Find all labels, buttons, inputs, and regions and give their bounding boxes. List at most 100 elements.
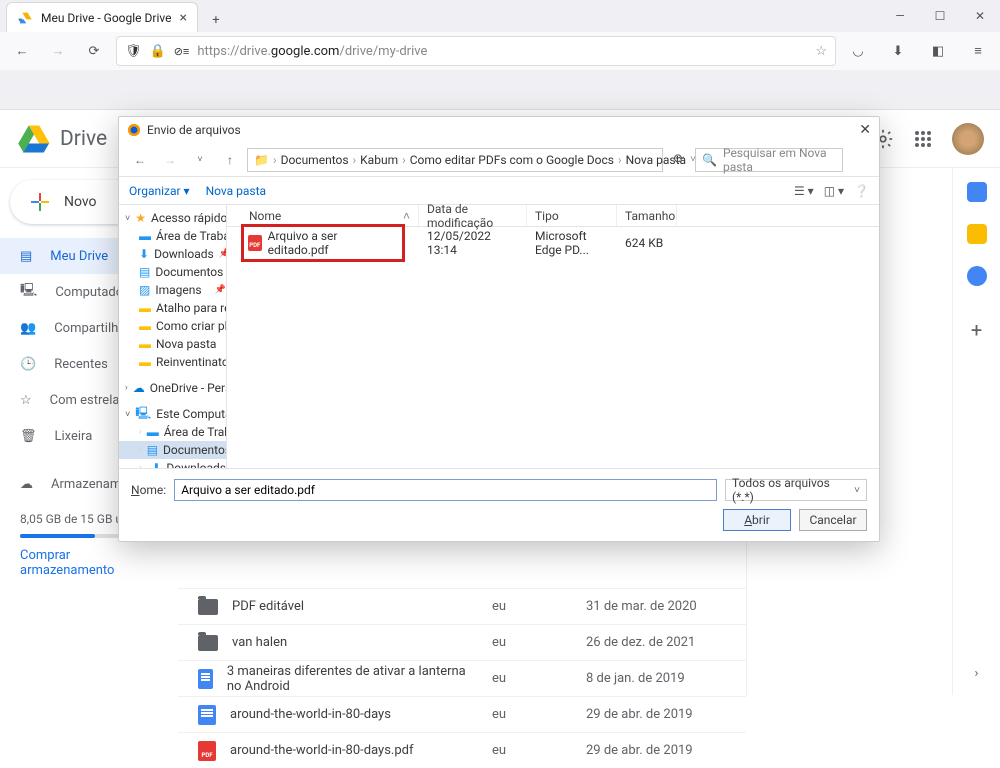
drive-logo[interactable]: Drive: [16, 121, 107, 157]
forward-button[interactable]: →: [44, 37, 72, 65]
file-name: Arquivo a ser editado.pdf: [268, 229, 398, 257]
pocket-icon[interactable]: ◡: [844, 37, 872, 65]
buy-storage-link[interactable]: Comprar armazenamento: [0, 542, 178, 584]
avatar[interactable]: [952, 123, 984, 155]
calendar-icon[interactable]: [967, 182, 987, 202]
new-label: Novo: [64, 194, 97, 210]
trash-icon: 🗑: [20, 429, 37, 444]
back-button[interactable]: ←: [8, 37, 36, 65]
collapse-rail-icon[interactable]: ›: [975, 666, 979, 681]
highlight-box: Arquivo a ser editado.pdf: [241, 224, 405, 262]
add-rail-icon[interactable]: +: [971, 318, 982, 342]
file-row[interactable]: van haleneu26 de dez. de 2021: [178, 624, 746, 660]
reload-button[interactable]: ⟳: [80, 37, 108, 65]
tree-reinvent[interactable]: ▬Reinventinator: [119, 353, 226, 371]
tree-playlist[interactable]: ▬Como criar playl: [119, 317, 226, 335]
browser-tab[interactable]: Meu Drive - Google Drive ×: [6, 2, 198, 32]
browser-toolbar: ← → ⟳ 🛡 🔒 ⊘≡ https://drive.google.com/dr…: [0, 32, 1000, 70]
lock-icon: 🔒: [150, 44, 166, 59]
dlg-forward-button[interactable]: →: [157, 147, 183, 173]
url-path: /drive/my-drive: [339, 44, 427, 59]
filetype-dropdown[interactable]: Todos os arquivos (*.*)˅: [725, 479, 867, 501]
plus-icon: [28, 190, 52, 214]
col-date[interactable]: Data de modificação: [419, 205, 527, 226]
tree-thispc[interactable]: ˅🖳Este Computador: [119, 405, 226, 423]
firefox-icon: [127, 123, 141, 137]
file-list-pane: Nome˄ Data de modificação Tipo Tamanho A…: [227, 205, 879, 468]
dlg-recent-dropdown[interactable]: ˅: [187, 147, 213, 173]
tree-downloads2[interactable]: ›⬇Downloads: [119, 459, 226, 468]
file-upload-dialog: Envio de arquivos ✕ ← → ˅ ↑ 📁 ›Documento…: [118, 116, 880, 542]
file-item[interactable]: Arquivo a ser editado.pdf 12/05/2022 13:…: [227, 233, 879, 253]
dialog-body: ˅★Acesso rápido ▬Área de Traba📌 ⬇Downloa…: [119, 205, 879, 468]
drive-logo-text: Drive: [60, 127, 107, 151]
bookmark-star-icon[interactable]: ☆: [815, 44, 827, 59]
dlg-back-button[interactable]: ←: [127, 147, 153, 173]
name-label: Nome:: [131, 483, 166, 497]
col-size[interactable]: Tamanho: [617, 205, 677, 226]
doc-icon: [198, 705, 216, 725]
tree-downloads[interactable]: ⬇Downloads📌: [119, 245, 226, 263]
tree-desktop2[interactable]: ›▬Área de Trabalho: [119, 423, 226, 441]
window-controls: — ☐ ✕: [880, 0, 1000, 32]
drive-logo-icon: [16, 121, 52, 157]
dlg-refresh-button[interactable]: ⟳: [667, 148, 691, 172]
downloads-icon[interactable]: ⬇: [884, 37, 912, 65]
dlg-search-input[interactable]: 🔍 Pesquisar em Nova pasta: [695, 148, 843, 172]
tree-newfolder[interactable]: ▬Nova pasta: [119, 335, 226, 353]
tree-onedrive[interactable]: ›☁OneDrive - Person: [119, 379, 226, 397]
keep-icon[interactable]: [967, 224, 987, 244]
clock-icon: 🕒: [20, 357, 36, 372]
dlg-up-button[interactable]: ↑: [217, 147, 243, 173]
tasks-icon[interactable]: [967, 266, 987, 286]
breadcrumb[interactable]: 📁 ›Documentos ›Kabum ›Como editar PDFs c…: [247, 148, 663, 172]
maximize-button[interactable]: ☐: [920, 0, 960, 32]
folder-icon: [198, 635, 218, 651]
new-folder-button[interactable]: Nova pasta: [206, 184, 266, 198]
pdf-icon: [248, 235, 262, 251]
tree-quick-access[interactable]: ˅★Acesso rápido: [119, 209, 226, 227]
tab-close-icon[interactable]: ×: [179, 10, 186, 26]
tab-title: Meu Drive - Google Drive: [41, 11, 171, 25]
dlg-help-icon[interactable]: ❔: [854, 184, 869, 198]
star-icon: ☆: [20, 393, 32, 408]
permissions-icon: ⊘≡: [174, 45, 190, 58]
file-row[interactable]: around-the-world-in-80-dayseu29 de abr. …: [178, 696, 746, 732]
tab-strip: Meu Drive - Google Drive × + — ☐ ✕: [0, 0, 1000, 32]
dialog-close-icon[interactable]: ✕: [859, 122, 871, 138]
tree-documents2[interactable]: ›▤Documentos: [119, 441, 226, 459]
file-row[interactable]: 3 maneiras diferentes de ativar a lanter…: [178, 660, 746, 696]
file-date: 12/05/2022 13:14: [419, 229, 527, 257]
apps-icon[interactable]: [912, 128, 934, 150]
cancel-button[interactable]: Cancelar: [799, 509, 867, 531]
minimize-button[interactable]: —: [880, 0, 920, 32]
folder-icon: [198, 599, 218, 615]
tree-images[interactable]: ▨Imagens📌: [119, 281, 226, 299]
file-row[interactable]: around-the-world-in-80-days.pdfeu29 de a…: [178, 732, 746, 768]
open-button[interactable]: Abrir: [723, 509, 791, 531]
file-row[interactable]: PDF editáveleu31 de mar. de 2020: [178, 588, 746, 624]
tree-documents[interactable]: ▤Documentos📌: [119, 263, 226, 281]
url-bar[interactable]: 🛡 🔒 ⊘≡ https://drive.google.com/drive/my…: [116, 36, 836, 66]
dialog-bottom: Nome: Todos os arquivos (*.*)˅ Abrir Can…: [119, 468, 879, 541]
side-rail: + ›: [952, 168, 1000, 695]
preview-pane-icon[interactable]: ◫ ▾: [824, 184, 844, 198]
view-list-icon[interactable]: ☰ ▾: [794, 184, 814, 198]
folder-tree: ˅★Acesso rápido ▬Área de Traba📌 ⬇Downloa…: [119, 205, 227, 468]
drive-icon: ▤: [20, 249, 32, 264]
organize-dropdown[interactable]: Organizar ▾: [129, 184, 190, 198]
shield-icon: 🛡: [125, 44, 142, 59]
tree-desktop[interactable]: ▬Área de Traba📌: [119, 227, 226, 245]
computer-icon: 🖳: [20, 281, 37, 303]
dialog-title: Envio de arquivos: [147, 123, 241, 137]
browser-chrome: Meu Drive - Google Drive × + — ☐ ✕ ← → ⟳…: [0, 0, 1000, 110]
col-type[interactable]: Tipo: [527, 205, 617, 226]
drive-favicon-icon: [17, 10, 33, 26]
close-window-button[interactable]: ✕: [960, 0, 1000, 32]
url-prefix: https://drive.: [197, 44, 271, 59]
filename-input[interactable]: [174, 479, 717, 501]
new-tab-button[interactable]: +: [204, 8, 228, 32]
account-icon[interactable]: ◧: [924, 37, 952, 65]
tree-shortcut[interactable]: ▬Atalho para resp: [119, 299, 226, 317]
menu-icon[interactable]: ≡: [964, 37, 992, 65]
